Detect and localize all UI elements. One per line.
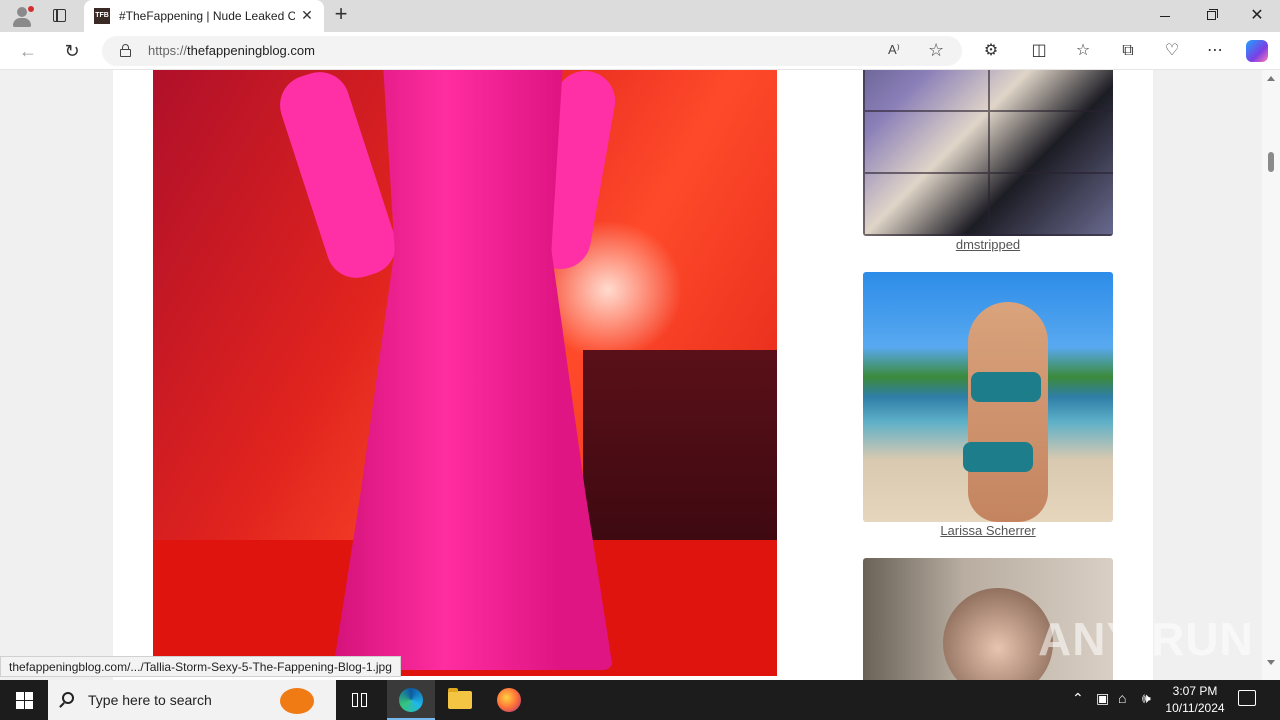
pumpkin-icon xyxy=(280,688,314,714)
page-viewport: dmstripped Larissa Scherrer xyxy=(0,70,1262,680)
refresh-icon[interactable]: ↻ xyxy=(60,39,84,63)
back-icon[interactable]: ← xyxy=(16,39,40,63)
task-view-icon[interactable] xyxy=(336,680,384,720)
collections-icon[interactable]: ⧉ xyxy=(1117,40,1139,62)
sidebar-thumbnail[interactable] xyxy=(863,70,1113,236)
tab-strip: TFB #TheFappening | Nude Leaked C ✕ + ✕ xyxy=(0,0,1280,32)
watermark: ANY RUN xyxy=(1038,613,1254,665)
scroll-down-icon[interactable] xyxy=(1267,660,1275,665)
favorite-star-icon[interactable]: ☆ xyxy=(928,40,944,61)
tray-app-icon[interactable]: ▣ xyxy=(1096,690,1109,707)
more-icon[interactable]: ⋯ xyxy=(1204,40,1226,62)
tab-title: #TheFappening | Nude Leaked C xyxy=(119,9,295,23)
status-url-bar: thefappeningblog.com/.../Tallia-Storm-Se… xyxy=(0,656,401,677)
taskbar: Type here to search ⌃ ▣ ⌂ 🕪 3:07 PM 10/1… xyxy=(0,680,1280,720)
sidebar-card[interactable]: dmstripped xyxy=(863,70,1113,252)
lock-icon[interactable] xyxy=(120,44,131,57)
close-tab-icon[interactable]: ✕ xyxy=(298,6,316,24)
firefox-icon[interactable] xyxy=(485,680,533,720)
address-bar[interactable]: https://thefappeningblog.com A⁾ ☆ xyxy=(102,36,962,66)
profile-icon[interactable] xyxy=(10,4,34,28)
search-placeholder: Type here to search xyxy=(88,692,212,708)
windows-start-icon[interactable] xyxy=(0,680,48,720)
new-tab-icon[interactable]: + xyxy=(330,3,352,26)
taskbar-search[interactable]: Type here to search xyxy=(48,680,336,720)
copilot-icon[interactable] xyxy=(1246,40,1268,62)
url-text[interactable]: https://thefappeningblog.com xyxy=(148,43,315,58)
edge-taskbar-icon[interactable] xyxy=(387,680,435,720)
browser-essentials-icon[interactable]: ♡ xyxy=(1161,40,1183,62)
taskbar-clock[interactable]: 3:07 PM 10/11/2024 xyxy=(1160,683,1230,717)
favorites-icon[interactable]: ☆ xyxy=(1072,40,1094,62)
clock-time: 3:07 PM xyxy=(1172,684,1218,698)
extensions-icon[interactable]: ⚙ xyxy=(980,40,1002,62)
network-icon[interactable]: ⌂ xyxy=(1118,690,1126,706)
page-scrollbar[interactable] xyxy=(1262,70,1280,680)
browser-toolbar: ← ↻ https://thefappeningblog.com A⁾ ☆ ⚙ … xyxy=(0,32,1280,70)
tray-chevron-icon[interactable]: ⌃ xyxy=(1072,690,1084,707)
page-content: dmstripped Larissa Scherrer xyxy=(113,70,1153,680)
main-photo[interactable] xyxy=(153,70,777,676)
minimize-button[interactable] xyxy=(1142,0,1188,32)
split-screen-icon[interactable]: ◫ xyxy=(1028,40,1050,62)
sidebar-card[interactable]: Larissa Scherrer xyxy=(863,272,1113,538)
scroll-thumb[interactable] xyxy=(1268,152,1274,172)
tab-actions-icon[interactable] xyxy=(48,6,70,26)
read-aloud-icon[interactable]: A⁾ xyxy=(888,42,900,58)
browser-tab[interactable]: TFB #TheFappening | Nude Leaked C ✕ xyxy=(84,0,324,32)
search-icon xyxy=(62,692,74,704)
clock-date: 10/11/2024 xyxy=(1165,701,1225,715)
file-explorer-icon[interactable] xyxy=(436,680,484,720)
notification-icon[interactable] xyxy=(1238,690,1256,706)
sidebar-caption-link[interactable]: Larissa Scherrer xyxy=(863,523,1113,538)
sidebar-caption-link[interactable]: dmstripped xyxy=(863,237,1113,252)
scroll-up-icon[interactable] xyxy=(1267,76,1275,81)
close-window-button[interactable]: ✕ xyxy=(1234,0,1280,32)
sidebar-thumbnail[interactable] xyxy=(863,272,1113,522)
site-favicon: TFB xyxy=(94,8,110,24)
restore-button[interactable] xyxy=(1188,0,1234,32)
volume-icon[interactable]: 🕪 xyxy=(1142,690,1151,707)
